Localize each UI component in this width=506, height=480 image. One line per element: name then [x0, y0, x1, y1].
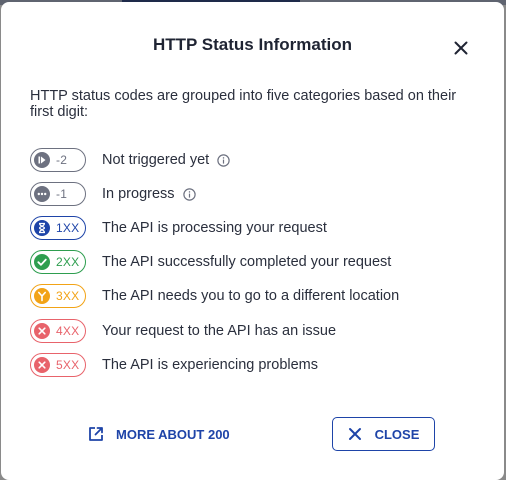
external-link-icon	[89, 427, 103, 441]
status-badge: -1	[30, 182, 86, 206]
status-row-3xx: 3XX The API needs you to go to a differe…	[30, 283, 399, 309]
status-badge: 4XX	[30, 319, 86, 343]
status-badge: 1XX	[30, 216, 86, 240]
status-row-minus-2: -2 Not triggered yet	[30, 147, 230, 173]
status-row-1xx: 1XX The API is processing your request	[30, 215, 327, 241]
status-description: Your request to the API has an issue	[102, 323, 337, 339]
close-button-label: CLOSE	[374, 426, 420, 442]
status-info-dialog: HTTP Status Information HTTP status code…	[1, 2, 504, 480]
status-code: 3XX	[56, 289, 80, 303]
status-description: The API is processing your request	[102, 220, 327, 236]
status-description: In progress	[102, 186, 175, 202]
status-code: 5XX	[56, 358, 80, 372]
more-about-label: MORE ABOUT 200	[116, 426, 230, 442]
status-row-2xx: 2XX The API successfully completed your …	[30, 249, 391, 275]
status-badge: 5XX	[30, 353, 86, 377]
status-badge: -2	[30, 148, 86, 172]
more-horizontal-icon	[34, 186, 50, 202]
close-button[interactable]: CLOSE	[332, 417, 435, 451]
play-icon	[34, 152, 50, 168]
close-icon	[454, 41, 468, 55]
status-row-4xx: 4XX Your request to the API has an issue	[30, 318, 336, 344]
status-code: 4XX	[56, 324, 80, 338]
status-row-minus-1: -1 In progress	[30, 181, 196, 207]
close-icon	[348, 428, 361, 440]
check-icon	[34, 254, 50, 270]
status-description: The API is experiencing problems	[102, 357, 318, 373]
status-row-5xx: 5XX The API is experiencing problems	[30, 352, 318, 378]
status-code: 2XX	[56, 255, 80, 269]
info-icon[interactable]	[182, 187, 196, 201]
status-code: 1XX	[56, 221, 80, 235]
status-description: The API needs you to go to a different l…	[102, 288, 400, 304]
status-badge: 3XX	[30, 284, 86, 308]
dialog-close-button[interactable]	[451, 38, 471, 58]
status-description: Not triggered yet	[102, 152, 210, 168]
status-code: -1	[56, 187, 68, 201]
status-description: The API successfully completed your requ…	[102, 254, 392, 270]
redirect-fork-icon	[34, 288, 50, 304]
more-about-link[interactable]: MORE ABOUT 200	[87, 425, 230, 443]
status-code: -2	[56, 153, 68, 167]
dialog-title: HTTP Status Information	[153, 35, 352, 54]
hourglass-icon	[34, 220, 50, 236]
x-circle-icon	[34, 323, 50, 339]
x-circle-icon	[34, 357, 50, 373]
status-badge: 2XX	[30, 250, 86, 274]
dialog-intro: HTTP status codes are grouped into five …	[30, 88, 457, 120]
info-icon[interactable]	[217, 153, 230, 167]
